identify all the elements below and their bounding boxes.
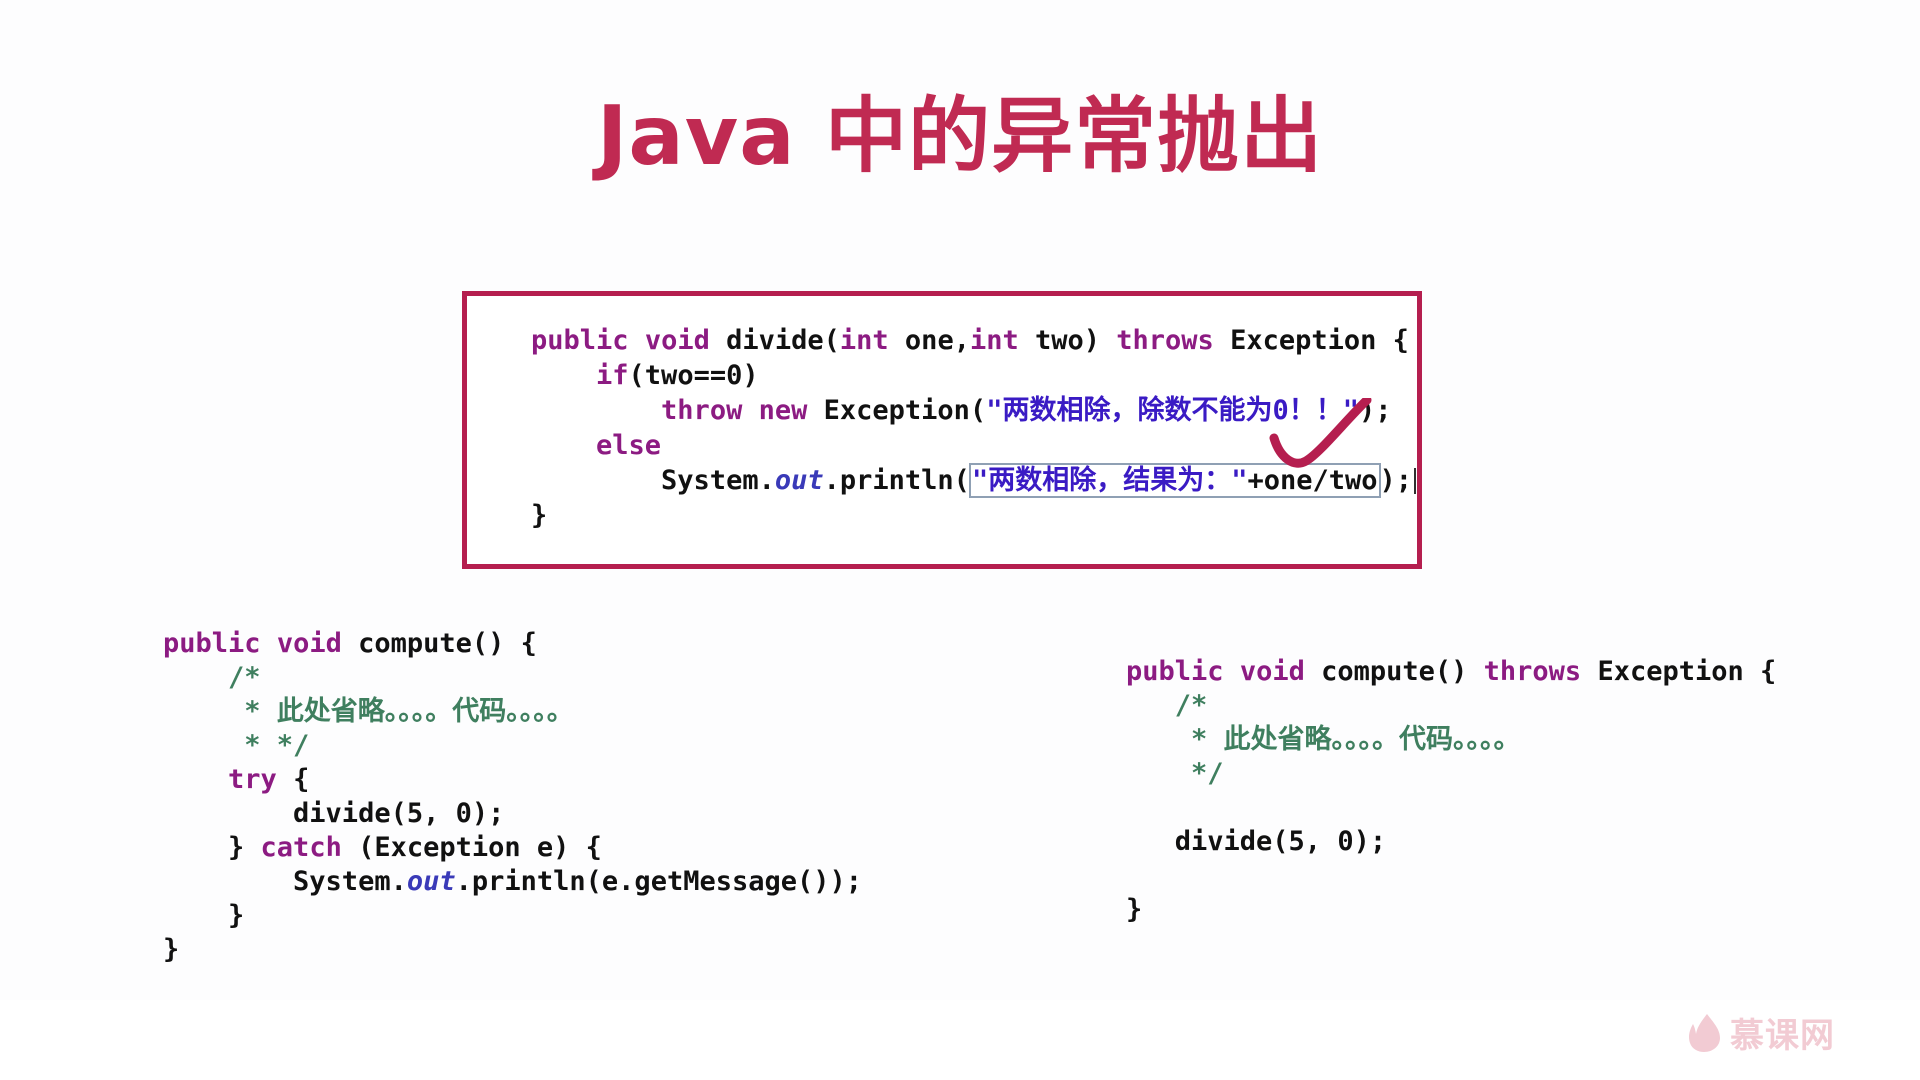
code-box-highlighted: public void divide(int one,int two) thro… <box>462 291 1422 569</box>
code-token: (Exception e) { <box>341 832 602 863</box>
code-token: compute() <box>1304 656 1484 687</box>
code-token: if <box>596 360 629 391</box>
code-line-blank2 <box>1126 859 1776 893</box>
code-line-divide-call: divide(5, 0); <box>163 797 862 831</box>
code-token: .println( <box>823 465 970 496</box>
watermark: 慕课网 <box>1688 1008 1835 1057</box>
code-token: void <box>276 628 342 659</box>
code-line-method-signature: public void divide(int one,int two) thro… <box>531 323 1416 358</box>
code-token: { <box>276 764 310 795</box>
code-token: divide(5, 0); <box>1126 826 1387 857</box>
code-token: int <box>969 325 1019 356</box>
code-line-comment-open: /* <box>1126 689 1776 723</box>
code-token: void <box>644 325 710 356</box>
code-token: * 此处省略。。。。代码。。。。 <box>163 696 574 727</box>
code-token: out <box>774 465 824 496</box>
code-token: throw <box>661 395 743 426</box>
code-token: "两数相除，除数不能为0！！" <box>986 395 1359 426</box>
code-token: public <box>1126 656 1224 687</box>
code-token: public <box>163 628 261 659</box>
slide-canvas: Java 中的异常抛出 public void divide(int one,i… <box>0 0 1920 1080</box>
text-caret <box>1414 468 1417 494</box>
code-token: throws <box>1116 325 1214 356</box>
code-token: "两数相除，结果为：" <box>971 465 1248 496</box>
code-line-comment-open: /* <box>163 661 862 695</box>
code-token: void <box>1239 656 1305 687</box>
code-token: } <box>163 900 245 931</box>
code-token: int <box>839 325 889 356</box>
text-selection-box[interactable]: "两数相除，结果为："+one/two <box>968 463 1381 498</box>
code-token: ); <box>1379 465 1413 496</box>
code-token: } <box>163 832 261 863</box>
code-token: Exception { <box>1213 325 1409 356</box>
code-token: * 此处省略。。。。代码。。。。 <box>1126 724 1521 755</box>
code-token: compute() { <box>341 628 537 659</box>
code-token: .println(e.getMessage()); <box>455 866 863 897</box>
code-line-catch-clause: } catch (Exception e) { <box>163 831 862 865</box>
code-token: new <box>758 395 808 426</box>
code-box-lines[interactable]: public void divide(int one,int two) thro… <box>531 323 1417 533</box>
code-block-throws[interactable]: public void compute() throws Exception {… <box>1126 655 1776 927</box>
code-token: } <box>1126 894 1143 925</box>
code-token: } <box>163 934 180 965</box>
page-title: Java 中的异常抛出 <box>596 89 1324 184</box>
code-token: public <box>531 325 629 356</box>
code-token: +one/two <box>1247 465 1378 496</box>
code-token: * */ <box>163 730 310 761</box>
code-line-try-open: try { <box>163 763 862 797</box>
code-line-println-statement: System.out.println("两数相除，结果为："+one/two); <box>531 463 1417 498</box>
code-line-compute-signature-throws: public void compute() throws Exception { <box>1126 655 1776 689</box>
code-token: (two==0) <box>628 360 759 391</box>
code-token: */ <box>1126 758 1224 789</box>
code-token: System. <box>531 465 775 496</box>
code-token: throws <box>1483 656 1582 687</box>
code-line-comment-body: * 此处省略。。。。代码。。。。 <box>1126 723 1776 757</box>
code-token: two) <box>1018 325 1117 356</box>
code-line-comment-close: * */ <box>163 729 862 763</box>
code-line-comment-close: */ <box>1126 757 1776 791</box>
code-line-comment-body: * 此处省略。。。。代码。。。。 <box>163 695 862 729</box>
code-line-else-statement: else <box>531 428 1416 463</box>
code-token: else <box>596 430 662 461</box>
code-line-compute-signature: public void compute() { <box>163 627 862 661</box>
code-token: System. <box>163 866 407 897</box>
code-block-try-catch[interactable]: public void compute() { /* * 此处省略。。。。代码。… <box>163 627 862 967</box>
code-token: /* <box>163 662 261 693</box>
code-line-closing-brace: } <box>531 498 1416 533</box>
code-line-blank <box>1126 791 1776 825</box>
code-token: try <box>228 764 277 795</box>
code-token: out <box>406 866 456 897</box>
code-token: Exception( <box>807 395 987 426</box>
code-token: one, <box>888 325 970 356</box>
code-line-method-close: } <box>163 933 862 967</box>
watermark-text: 慕课网 <box>1730 1016 1835 1056</box>
code-token: catch <box>260 832 342 863</box>
code-token: Exception { <box>1581 656 1777 687</box>
code-token: divide(5, 0); <box>163 798 505 829</box>
flame-icon <box>1689 1013 1720 1052</box>
code-line-method-close: } <box>1126 893 1776 927</box>
code-token: divide( <box>709 325 840 356</box>
code-token: /* <box>1126 690 1208 721</box>
code-line-print-message: System.out.println(e.getMessage()); <box>163 865 862 899</box>
code-token: } <box>531 500 548 531</box>
code-line-if-statement: if(two==0) <box>531 358 1416 393</box>
code-line-catch-close: } <box>163 899 862 933</box>
code-line-divide-call: divide(5, 0); <box>1126 825 1776 859</box>
code-token: ); <box>1358 395 1392 426</box>
code-line-throw-statement: throw new Exception("两数相除，除数不能为0！！"); <box>531 393 1416 428</box>
